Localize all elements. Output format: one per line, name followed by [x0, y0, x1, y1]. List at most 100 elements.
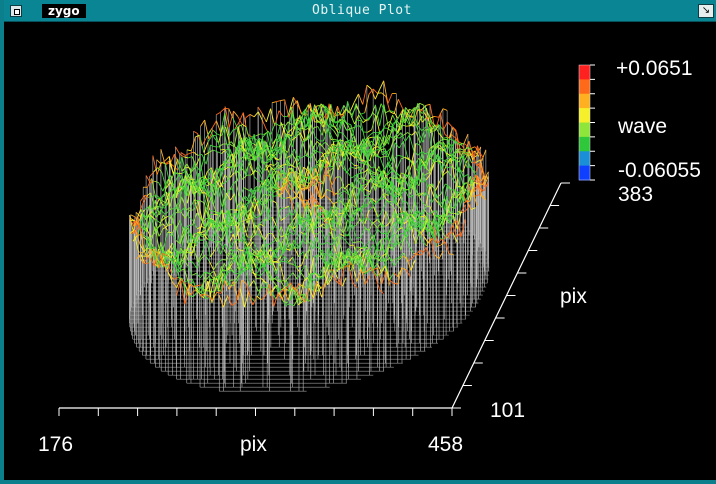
surface-segment	[448, 126, 454, 139]
surface-segment	[346, 202, 352, 205]
surface-segment	[351, 174, 357, 179]
y-axis-label: pix	[560, 285, 587, 308]
plot-area: +0.0651 wave -0.06055 383 pix 101 176 pi…	[8, 22, 716, 480]
colorbar-unit-label: wave	[618, 115, 668, 138]
surface-segment	[404, 134, 410, 142]
surface-segment	[477, 145, 483, 162]
surface-segment	[393, 282, 398, 285]
surface-segment	[329, 126, 334, 131]
surface-segment	[387, 93, 393, 104]
surface-segment	[270, 108, 276, 127]
surface-segment	[435, 181, 441, 191]
surface-segment	[400, 156, 406, 160]
surface-segment	[130, 214, 135, 218]
surface-segment	[202, 193, 208, 207]
surface-segment	[338, 131, 343, 134]
surface-segment	[393, 111, 399, 119]
surface-segment	[197, 231, 202, 234]
surface-segment	[265, 108, 271, 123]
surface-segment	[217, 151, 222, 154]
x-axis-min-label: 176	[38, 433, 74, 456]
surface-segment	[440, 112, 446, 135]
surface-segment	[356, 119, 361, 122]
colorbar-segment	[579, 65, 590, 80]
surface-segment	[212, 149, 218, 153]
corner-arrow-icon[interactable]: ↘	[698, 4, 714, 18]
surface-segment	[233, 110, 239, 117]
surface-segment	[374, 89, 380, 100]
surface-segment	[185, 207, 191, 211]
surface-segment	[197, 284, 202, 287]
surface-segment	[397, 154, 403, 157]
surface-segment	[442, 108, 448, 111]
surface-segment	[435, 144, 440, 146]
surface-segment	[186, 149, 192, 152]
surface-segment	[216, 291, 222, 294]
surface-segment	[457, 156, 463, 159]
surface-segment	[442, 136, 448, 139]
surface-segment	[175, 146, 180, 155]
x-axis-label: pix	[240, 433, 267, 456]
surface-segment	[278, 110, 284, 117]
surface-segment	[185, 166, 191, 169]
surface-segment	[233, 128, 238, 131]
surface-segment	[220, 107, 225, 113]
surface-segment	[245, 114, 251, 119]
surface-segment	[197, 153, 203, 156]
surface-segment	[263, 219, 269, 221]
surface-segment	[262, 120, 268, 131]
surface-segment	[253, 137, 259, 142]
surface-segment	[187, 156, 193, 159]
surface-segment	[362, 85, 368, 105]
surface-segment	[383, 80, 389, 104]
surface-segment	[463, 133, 469, 145]
oblique-plot-window: zygo Oblique Plot ↘ +0.0651 wave -0.0605…	[0, 0, 716, 484]
surface-segment	[156, 159, 162, 165]
surface-segment	[163, 204, 168, 206]
surface-segment	[317, 126, 323, 136]
surface-segment	[160, 209, 166, 215]
title-bar[interactable]: zygo Oblique Plot ↘	[4, 0, 716, 22]
surface-segment	[224, 107, 229, 110]
surface-segment	[155, 219, 161, 224]
surface-segment	[355, 103, 361, 115]
surface-segment	[193, 130, 198, 135]
surface-segment	[296, 100, 302, 115]
colorbar-segment	[579, 108, 590, 123]
x-axis-max-label: 458	[428, 433, 464, 456]
surface-segment	[358, 161, 363, 164]
surface-segment	[372, 88, 378, 94]
surface-segment	[368, 168, 373, 173]
surface-segment	[346, 129, 351, 131]
surface-segment	[201, 137, 207, 147]
surface-segment	[183, 156, 189, 159]
surface-segment	[481, 149, 487, 162]
surface-segment	[341, 132, 347, 139]
surface-segment	[291, 152, 297, 161]
surface-segment	[334, 138, 340, 141]
surface-segment	[282, 280, 288, 282]
surface-segment	[367, 136, 373, 139]
surface-segment	[370, 166, 375, 168]
surface-segment	[200, 119, 206, 127]
surface-segment	[397, 99, 403, 109]
surface-segment	[230, 193, 236, 201]
surface-segment	[379, 80, 385, 90]
surface-segment	[228, 108, 234, 119]
surface-segment	[380, 144, 386, 149]
surface-segment	[368, 132, 374, 137]
surface-segment	[419, 102, 424, 106]
colorbar-segment	[579, 93, 590, 109]
surface-segment	[355, 218, 361, 226]
surface-segment	[324, 166, 329, 168]
surface-segment	[396, 158, 402, 170]
surface-segment	[335, 193, 340, 195]
colorbar-max-label: +0.0651	[616, 57, 693, 80]
surface-segment	[276, 100, 281, 103]
surface-segment	[280, 99, 285, 101]
surface-segment	[228, 129, 234, 137]
surface-segment	[360, 112, 365, 115]
surface-segment	[337, 186, 343, 193]
surface-segment	[164, 156, 170, 162]
surface-segment	[372, 257, 377, 259]
